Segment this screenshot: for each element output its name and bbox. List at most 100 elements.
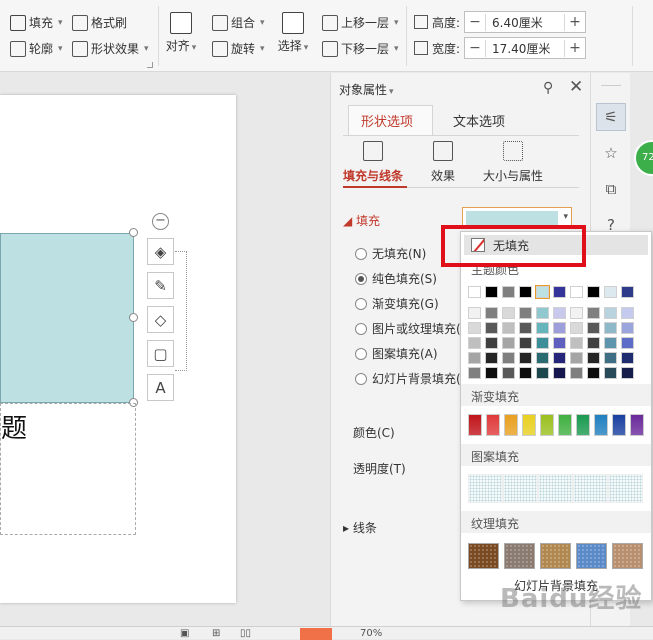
theme-color-swatch[interactable] bbox=[604, 367, 617, 379]
theme-color-swatch[interactable] bbox=[536, 307, 549, 319]
theme-color-swatch[interactable] bbox=[485, 322, 498, 334]
outline-button[interactable]: 轮廓 bbox=[10, 40, 63, 57]
theme-color-swatch[interactable] bbox=[502, 337, 515, 349]
progress-badge[interactable]: 72 bbox=[634, 140, 653, 176]
height-increase-button[interactable]: + bbox=[565, 14, 585, 30]
theme-color-swatch[interactable] bbox=[519, 322, 532, 334]
subtab-fill-line[interactable]: 填充与线条 bbox=[343, 141, 403, 184]
radio-dot[interactable] bbox=[355, 247, 367, 260]
frame-icon[interactable]: ▢ bbox=[147, 340, 174, 367]
fill-option-radio[interactable]: 幻灯片背景填充( bbox=[355, 370, 461, 387]
gradient-swatch[interactable] bbox=[504, 414, 518, 436]
selected-rectangle-shape[interactable] bbox=[0, 233, 134, 403]
theme-color-swatch[interactable] bbox=[570, 352, 583, 364]
height-spinner[interactable]: − 6.40厘米 + bbox=[464, 11, 587, 33]
theme-color-swatch[interactable] bbox=[604, 286, 617, 298]
height-decrease-button[interactable]: − bbox=[465, 14, 485, 30]
theme-color-swatch[interactable] bbox=[621, 367, 634, 379]
theme-color-swatch[interactable] bbox=[535, 285, 550, 299]
fill-option-radio[interactable]: 图案填充(A) bbox=[355, 345, 438, 362]
theme-color-swatch[interactable] bbox=[519, 352, 532, 364]
zoom-level[interactable]: 70% bbox=[360, 628, 382, 639]
radio-dot[interactable] bbox=[355, 272, 367, 285]
texture-swatch[interactable] bbox=[540, 543, 571, 569]
theme-color-swatch[interactable] bbox=[468, 286, 481, 298]
gradient-swatch[interactable] bbox=[486, 414, 500, 436]
gradient-swatch[interactable] bbox=[468, 414, 482, 436]
gradient-swatch[interactable] bbox=[522, 414, 536, 436]
theme-color-swatch[interactable] bbox=[468, 352, 481, 364]
panel-title[interactable]: 对象属性 bbox=[339, 81, 394, 98]
fill-icon[interactable]: ◇ bbox=[147, 306, 174, 333]
theme-color-swatch[interactable] bbox=[485, 367, 498, 379]
theme-color-swatch[interactable] bbox=[536, 337, 549, 349]
theme-color-swatch[interactable] bbox=[604, 307, 617, 319]
width-decrease-button[interactable]: − bbox=[465, 40, 485, 56]
pattern-swatch[interactable] bbox=[503, 474, 538, 503]
group-launcher-icon[interactable] bbox=[147, 62, 153, 68]
bring-forward-button[interactable]: 上移一层 bbox=[322, 14, 399, 31]
width-increase-button[interactable]: + bbox=[565, 40, 585, 56]
theme-color-swatch[interactable] bbox=[502, 352, 515, 364]
radio-dot[interactable] bbox=[355, 347, 367, 360]
view-reading-icon[interactable]: ▯▯ bbox=[240, 628, 251, 639]
radio-dot[interactable] bbox=[355, 372, 367, 385]
theme-color-swatch[interactable] bbox=[519, 286, 532, 298]
theme-color-swatch[interactable] bbox=[485, 337, 498, 349]
theme-color-swatch[interactable] bbox=[468, 322, 481, 334]
pattern-swatch[interactable] bbox=[573, 474, 608, 503]
theme-color-swatch[interactable] bbox=[536, 322, 549, 334]
group-button[interactable]: 组合 bbox=[212, 14, 265, 31]
theme-color-swatch[interactable] bbox=[502, 322, 515, 334]
theme-color-swatch[interactable] bbox=[502, 367, 515, 379]
line-section-header[interactable]: ▸ 线条 bbox=[343, 519, 377, 536]
rotate-button[interactable]: 旋转 bbox=[212, 40, 265, 57]
theme-color-swatch[interactable] bbox=[553, 307, 566, 319]
theme-color-swatch[interactable] bbox=[570, 307, 583, 319]
brush-icon[interactable]: ✎ bbox=[147, 272, 174, 299]
fill-button[interactable]: 填充 bbox=[10, 14, 63, 31]
fill-option-radio[interactable]: 纯色填充(S) bbox=[355, 270, 437, 287]
tab-shape-options[interactable]: 形状选项 bbox=[361, 111, 413, 130]
subtab-effects[interactable]: 效果 bbox=[431, 141, 455, 184]
shape-effect-button[interactable]: 形状效果 bbox=[72, 40, 149, 57]
pattern-swatch[interactable] bbox=[538, 474, 573, 503]
properties-icon[interactable]: ⚟ bbox=[596, 103, 626, 131]
fill-option-radio[interactable]: 渐变填充(G) bbox=[355, 295, 439, 312]
gradient-swatch[interactable] bbox=[576, 414, 590, 436]
theme-color-swatch[interactable] bbox=[553, 337, 566, 349]
theme-color-swatch[interactable] bbox=[621, 337, 634, 349]
theme-color-swatch[interactable] bbox=[553, 367, 566, 379]
theme-color-swatch[interactable] bbox=[604, 352, 617, 364]
theme-color-swatch[interactable] bbox=[485, 352, 498, 364]
align-button[interactable]: 对齐 bbox=[164, 12, 198, 54]
collapse-icon[interactable]: − bbox=[152, 213, 169, 230]
tab-text-options[interactable]: 文本选项 bbox=[453, 111, 505, 130]
fill-option-radio[interactable]: 无填充(N) bbox=[355, 245, 426, 262]
send-backward-button[interactable]: 下移一层 bbox=[322, 40, 399, 57]
view-normal-icon[interactable]: ▣ bbox=[180, 628, 189, 639]
pattern-swatch[interactable] bbox=[468, 474, 503, 503]
gradient-swatch[interactable] bbox=[630, 414, 644, 436]
view-sorter-icon[interactable]: ⊞ bbox=[212, 628, 220, 639]
theme-color-swatch[interactable] bbox=[502, 307, 515, 319]
slide-canvas[interactable]: 题 − ◈ ✎ ◇ ▢ A bbox=[0, 73, 330, 626]
gradient-swatch[interactable] bbox=[594, 414, 608, 436]
theme-color-swatch[interactable] bbox=[570, 367, 583, 379]
theme-color-swatch[interactable] bbox=[621, 286, 634, 298]
theme-color-swatch[interactable] bbox=[604, 322, 617, 334]
theme-color-swatch[interactable] bbox=[553, 352, 566, 364]
theme-color-swatch[interactable] bbox=[519, 367, 532, 379]
width-input[interactable]: 17.40厘米 bbox=[485, 39, 566, 57]
texture-swatch[interactable] bbox=[576, 543, 607, 569]
theme-color-swatch[interactable] bbox=[536, 367, 549, 379]
fill-section-header[interactable]: ◢ 填充 bbox=[343, 212, 380, 229]
subtab-size-properties[interactable]: 大小与属性 bbox=[483, 141, 543, 184]
resize-handle-right[interactable] bbox=[129, 313, 138, 322]
title-placeholder[interactable]: 题 bbox=[0, 403, 136, 535]
theme-color-swatch[interactable] bbox=[587, 352, 600, 364]
theme-color-swatch[interactable] bbox=[485, 307, 498, 319]
theme-color-swatch[interactable] bbox=[468, 307, 481, 319]
animation-icon[interactable]: ☆ bbox=[596, 139, 626, 167]
theme-color-swatch[interactable] bbox=[587, 337, 600, 349]
